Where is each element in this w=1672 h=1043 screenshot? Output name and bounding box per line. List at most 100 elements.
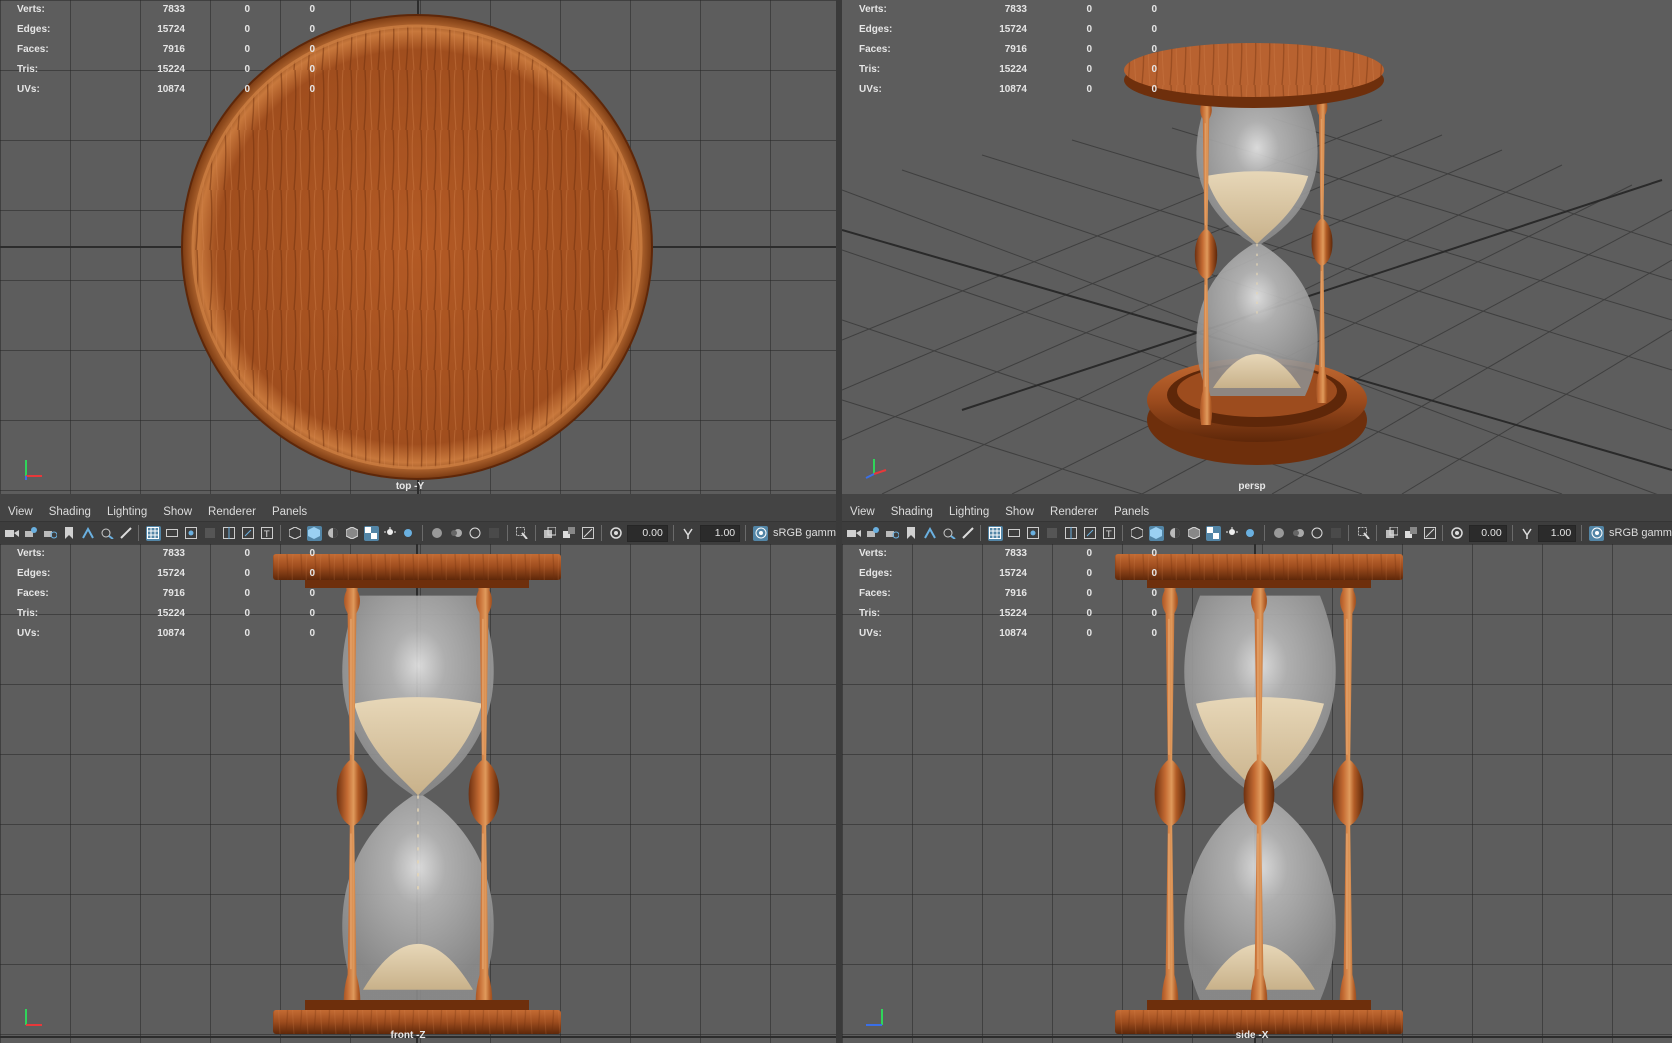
ambient-occlusion-icon[interactable]	[1271, 526, 1286, 541]
use-all-lights-icon[interactable]	[383, 526, 398, 541]
film-gate-icon[interactable]	[165, 526, 180, 541]
safe-title-icon[interactable]: T	[1102, 526, 1117, 541]
image-plane-icon[interactable]	[80, 526, 95, 541]
shadows-icon[interactable]	[1244, 526, 1259, 541]
camera-lock-icon[interactable]	[42, 526, 57, 541]
xray-joints-icon[interactable]	[562, 526, 577, 541]
color-space-label[interactable]: sRGB gamm	[1609, 527, 1672, 539]
menu-renderer[interactable]: Renderer	[200, 502, 256, 522]
grid-toggle-icon[interactable]	[987, 525, 1003, 541]
exposure-field[interactable]: 0.00	[627, 524, 668, 542]
camera-attributes-icon[interactable]	[23, 526, 38, 541]
menu-lighting[interactable]: Lighting	[99, 502, 147, 522]
hud-row-uvs: UVs: 10874 0 0	[17, 628, 315, 639]
textured-icon[interactable]	[1205, 525, 1221, 541]
menu-shading[interactable]: Shading	[41, 502, 91, 522]
exposure-field[interactable]: 0.00	[1468, 524, 1507, 542]
motion-blur-icon[interactable]	[1290, 526, 1305, 541]
gate-mask-icon[interactable]	[1045, 526, 1060, 541]
menu-view[interactable]: View	[842, 502, 875, 522]
field-chart-icon[interactable]	[1064, 526, 1079, 541]
hud-row-faces: Faces: 7916 0 0	[17, 44, 315, 55]
ambient-occlusion-icon[interactable]	[430, 526, 445, 541]
xray-icon[interactable]	[1384, 526, 1399, 541]
safe-action-icon[interactable]	[1083, 526, 1098, 541]
viewport-front[interactable]: Verts: 7833 0 0 Edges: 15724 0 0 Faces: 7916 0 0 …	[0, 544, 836, 1043]
bookmark-icon[interactable]	[903, 526, 918, 541]
exposure-icon[interactable]	[608, 526, 623, 541]
camera-icon[interactable]	[4, 526, 19, 541]
xray-joints-icon[interactable]	[1403, 526, 1418, 541]
exposure-icon[interactable]	[1450, 526, 1465, 541]
viewport-persp[interactable]: Verts: 7833 0 0 Edges: 15724 0 0 Faces: 7916 0 0 …	[842, 0, 1672, 494]
bookmark-icon[interactable]	[61, 526, 76, 541]
smooth-shade-icon[interactable]	[306, 525, 322, 541]
viewport-top[interactable]: Verts: 7833 0 0 Edges: 15724 0 0 Faces: 7916 0 0 …	[0, 0, 836, 494]
xray-components-icon[interactable]	[581, 526, 596, 541]
use-all-lights-icon[interactable]	[1225, 526, 1240, 541]
wireframe-on-shaded-icon[interactable]	[1187, 526, 1202, 541]
anti-aliasing-icon[interactable]	[468, 526, 483, 541]
grease-pencil-icon[interactable]	[960, 526, 975, 541]
shadows-icon[interactable]	[402, 526, 417, 541]
resolution-gate-icon[interactable]	[184, 526, 199, 541]
grid-toggle-icon[interactable]	[145, 525, 161, 541]
safe-action-icon[interactable]	[241, 526, 256, 541]
camera-attributes-icon[interactable]	[865, 526, 880, 541]
axis-gizmo-icon	[866, 1009, 883, 1026]
anti-aliasing-icon[interactable]	[1309, 526, 1324, 541]
smooth-shade-icon[interactable]	[1148, 525, 1164, 541]
safe-title-icon[interactable]: T	[260, 526, 275, 541]
menu-lighting[interactable]: Lighting	[941, 502, 989, 522]
depth-of-field-icon[interactable]	[1328, 526, 1343, 541]
camera-icon[interactable]	[846, 526, 861, 541]
hud-row-edges: Edges: 15724 0 0	[859, 24, 1157, 35]
default-lighting-icon[interactable]	[1168, 526, 1183, 541]
gamma-field[interactable]: 1.00	[1538, 524, 1577, 542]
hud-row-verts: Verts: 7833 0 0	[17, 548, 315, 559]
field-chart-icon[interactable]	[222, 526, 237, 541]
toolbar-separator	[980, 525, 981, 541]
wireframe-icon[interactable]	[288, 526, 303, 541]
poly-count-hud: Verts: 7833 0 0 Edges: 15724 0 0 Faces: 7916 0 0 …	[842, 544, 1157, 644]
two-d-pan-zoom-icon[interactable]	[941, 526, 956, 541]
gamma-field[interactable]: 1.00	[699, 524, 741, 542]
gamma-icon[interactable]	[681, 526, 696, 541]
color-space-label[interactable]: sRGB gamm	[773, 527, 836, 539]
axis-gizmo-icon	[25, 1009, 42, 1026]
wireframe-icon[interactable]	[1130, 526, 1145, 541]
gate-mask-icon[interactable]	[203, 526, 218, 541]
xray-icon[interactable]	[543, 526, 558, 541]
gamma-icon[interactable]	[1519, 526, 1534, 541]
toolbar-separator	[745, 525, 747, 541]
color-management-icon[interactable]	[1589, 525, 1604, 541]
grease-pencil-icon[interactable]	[118, 526, 133, 541]
wireframe-on-shaded-icon[interactable]	[345, 526, 360, 541]
menu-panels[interactable]: Panels	[1106, 502, 1149, 522]
menu-show[interactable]: Show	[997, 502, 1034, 522]
hud-row-uvs: UVs: 10874 0 0	[859, 628, 1157, 639]
viewport-side[interactable]: Verts: 7833 0 0 Edges: 15724 0 0 Faces: 7916 0 0 …	[842, 544, 1672, 1043]
hud-row-verts: Verts: 7833 0 0	[859, 4, 1157, 15]
image-plane-icon[interactable]	[922, 526, 937, 541]
film-gate-icon[interactable]	[1007, 526, 1022, 541]
motion-blur-icon[interactable]	[449, 526, 464, 541]
menu-view[interactable]: View	[0, 502, 33, 522]
default-lighting-icon[interactable]	[326, 526, 341, 541]
color-management-icon[interactable]	[753, 525, 769, 541]
isolate-select-icon[interactable]	[1356, 526, 1371, 541]
camera-lock-icon[interactable]	[884, 526, 899, 541]
two-d-pan-zoom-icon[interactable]	[99, 526, 114, 541]
toolbar-separator	[138, 525, 139, 541]
depth-of-field-icon[interactable]	[487, 526, 502, 541]
textured-icon[interactable]	[363, 525, 379, 541]
xray-components-icon[interactable]	[1422, 526, 1437, 541]
menu-renderer[interactable]: Renderer	[1042, 502, 1098, 522]
toolbar-separator	[1511, 525, 1513, 541]
menu-panels[interactable]: Panels	[264, 502, 307, 522]
hud-row-uvs: UVs: 10874 0 0	[17, 84, 315, 95]
menu-show[interactable]: Show	[155, 502, 192, 522]
menu-shading[interactable]: Shading	[883, 502, 933, 522]
resolution-gate-icon[interactable]	[1026, 526, 1041, 541]
isolate-select-icon[interactable]	[515, 526, 530, 541]
